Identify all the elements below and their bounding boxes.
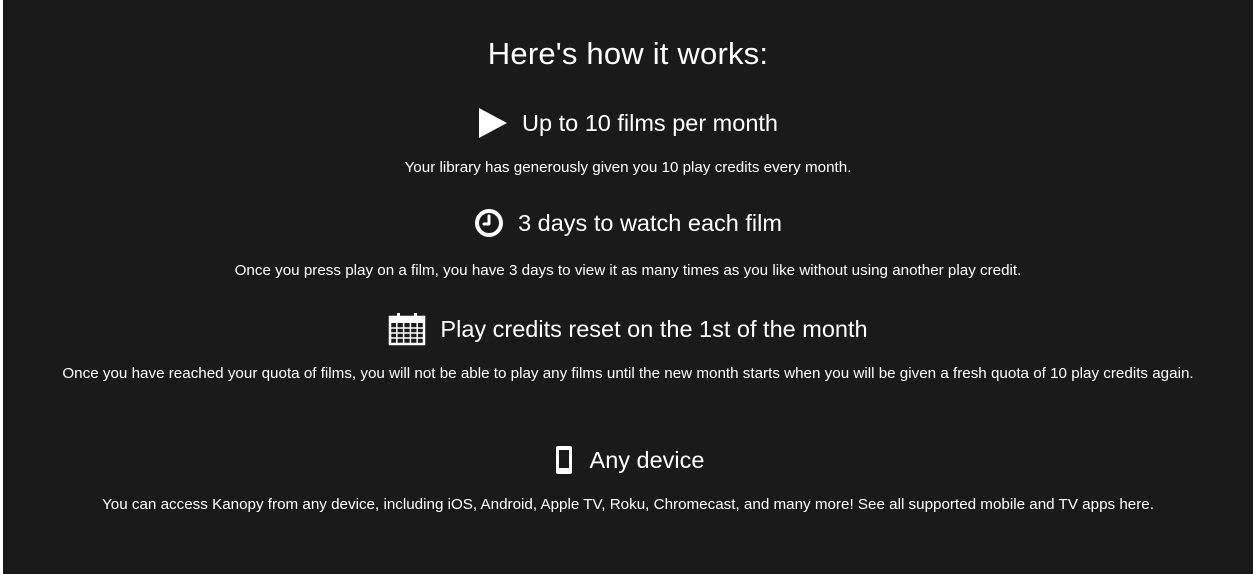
mobile-device-icon [552,444,576,476]
feature-description-films-per-month: Your library has generously given you 10… [404,159,852,176]
feature-title-any-device: Any device [3,444,1253,476]
feature-description-days-to-watch: Once you press play on a film, you have … [234,262,1022,279]
how-it-works-panel: Here's how it works: Up to 10 films per … [3,0,1253,574]
feature-description-credits-reset: Once you have reached your quota of film… [62,365,1194,382]
feature-title-credits-reset: Play credits reset on the 1st of the mon… [3,312,1253,346]
feature-title-text: Play credits reset on the 1st of the mon… [440,316,868,342]
feature-title-days-to-watch: 3 days to watch each film [3,208,1253,238]
feature-title-text: Up to 10 films per month [522,110,778,136]
feature-title-films-per-month: Up to 10 films per month [3,107,1253,139]
feature-title-text: 3 days to watch each film [518,210,782,236]
play-icon [478,107,508,139]
feature-title-text: Any device [589,447,705,473]
calendar-icon [388,312,426,346]
clock-icon [474,208,504,238]
section-heading: Here's how it works: [487,36,769,71]
feature-description-any-device: You can access Kanopy from any device, i… [102,496,1154,513]
